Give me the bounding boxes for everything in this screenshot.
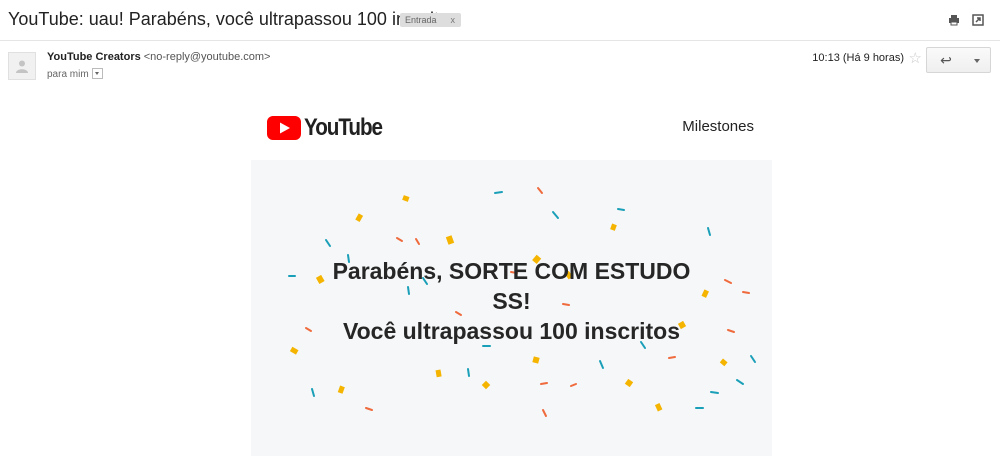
brand-name: YouTube	[304, 114, 383, 141]
reply-icon: ↩	[940, 52, 952, 68]
new-window-icon[interactable]	[972, 14, 984, 26]
section-label: Milestones	[682, 118, 754, 135]
headline-line-2: SS!	[492, 288, 531, 314]
print-icon[interactable]	[948, 14, 960, 26]
inbox-label-chip[interactable]: Entrada x	[400, 13, 462, 27]
email-time: 10:13 (Há 9 horas)	[812, 52, 904, 64]
more-options-button[interactable]	[965, 47, 991, 73]
youtube-play-icon	[267, 116, 301, 140]
sender-name: YouTube Creators	[47, 51, 141, 63]
milestone-banner: Parabéns, SORTE COM ESTUDO SS! Você ultr…	[251, 160, 772, 456]
person-icon	[8, 52, 36, 80]
sender-email: <no-reply@youtube.com>	[143, 51, 271, 63]
milestone-headline: Parabéns, SORTE COM ESTUDO SS! Você ultr…	[291, 256, 732, 346]
show-details-toggle[interactable]	[91, 68, 103, 79]
recipient-line: para mim	[47, 68, 103, 81]
youtube-logo[interactable]: YouTube	[267, 114, 395, 142]
email-subject: YouTube: uau! Parabéns, você ultrapassou…	[8, 9, 458, 29]
sender: YouTube Creators <no-reply@youtube.com>	[47, 51, 270, 63]
recipient-text: para mim	[47, 69, 89, 81]
sender-row: YouTube Creators <no-reply@youtube.com> p…	[0, 47, 1000, 88]
top-actions	[948, 14, 984, 26]
reply-button[interactable]: ↩	[926, 47, 966, 73]
label-text: Entrada	[405, 15, 437, 25]
remove-label-button[interactable]: x	[451, 15, 456, 25]
subject-bar: YouTube: uau! Parabéns, você ultrapassou…	[0, 0, 1000, 41]
headline-line-1: Parabéns, SORTE COM ESTUDO	[332, 258, 691, 284]
headline-line-3: Você ultrapassou 100 inscritos	[342, 318, 681, 344]
star-icon[interactable]: ☆	[909, 49, 922, 67]
